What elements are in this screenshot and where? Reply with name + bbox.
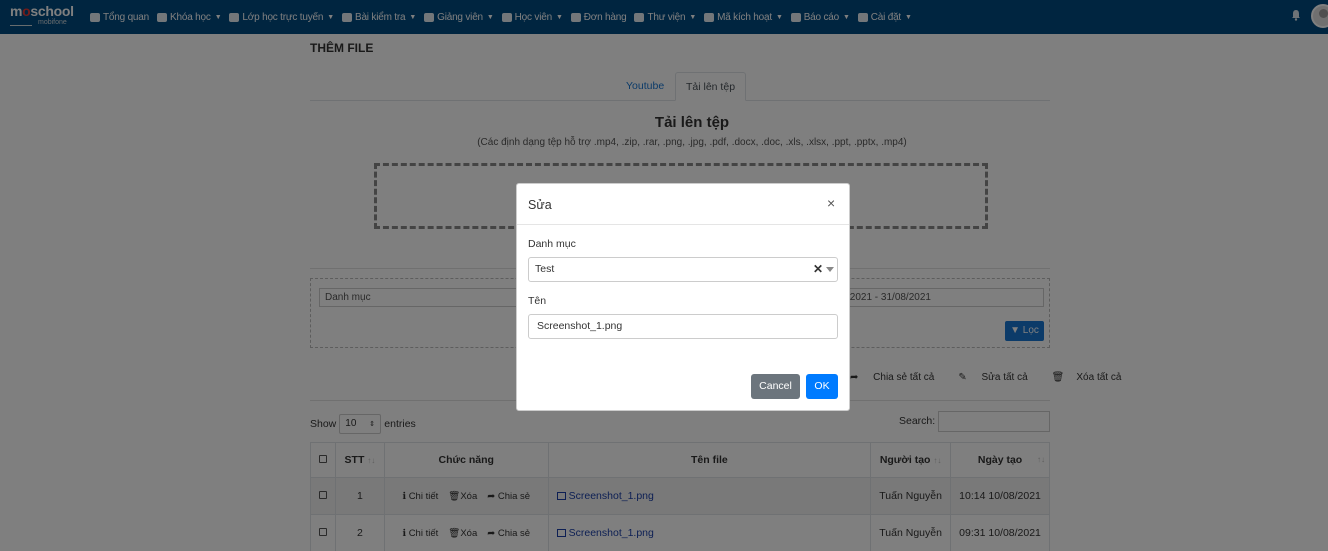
modal-title: Sửa (528, 198, 552, 212)
cancel-button[interactable]: Cancel (751, 374, 800, 399)
edit-modal: Sửa × Danh mục Test ✕ Tên Screenshot_1.p… (516, 183, 850, 411)
category-select-value: Test (535, 263, 555, 275)
name-label: Tên (528, 295, 547, 307)
name-input[interactable]: Screenshot_1.png (528, 314, 838, 339)
ok-button[interactable]: OK (806, 374, 838, 399)
category-label: Danh mục (528, 238, 576, 250)
category-select[interactable]: Test ✕ (528, 257, 838, 282)
chevron-down-icon[interactable] (826, 267, 834, 272)
modal-header: Sửa × (517, 184, 849, 225)
clear-selection-icon[interactable]: ✕ (813, 258, 823, 281)
close-icon[interactable]: × (827, 196, 835, 210)
